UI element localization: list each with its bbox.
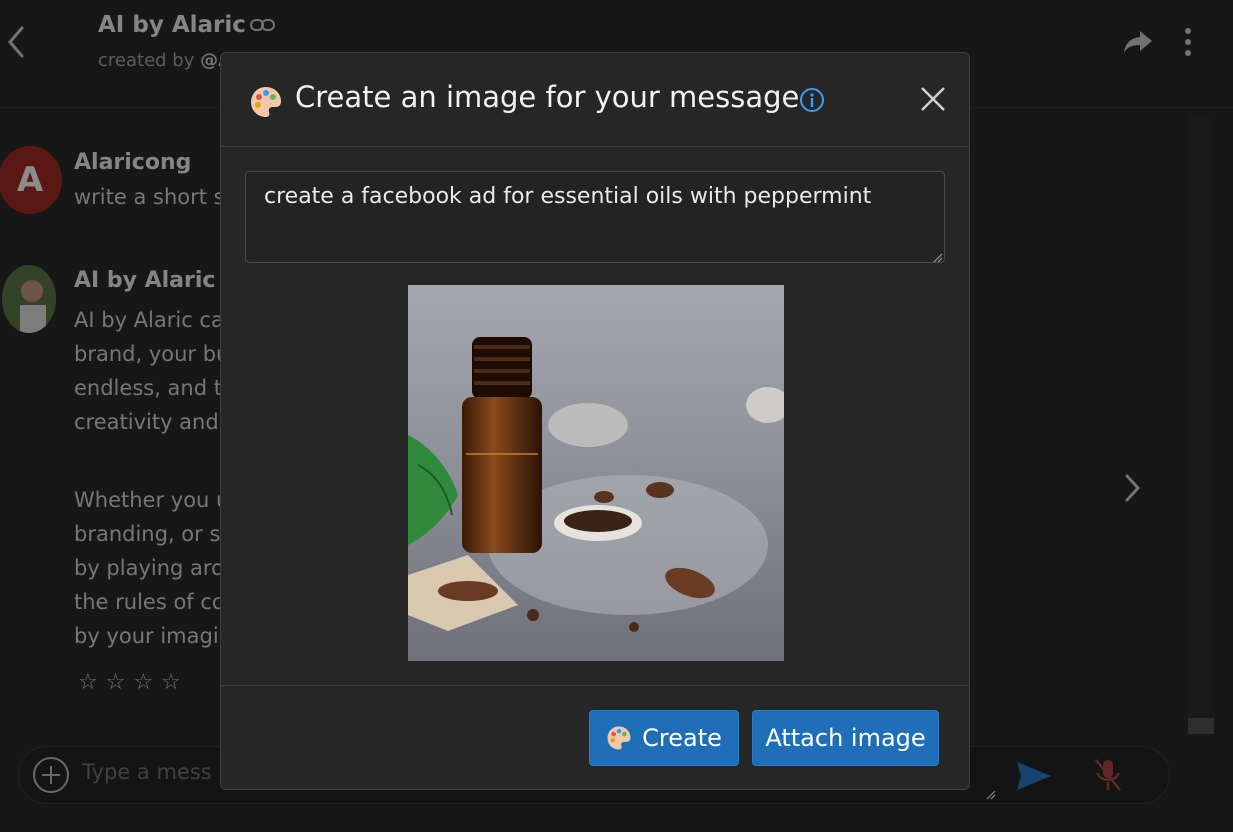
dialog-header: Create an image for your message	[221, 53, 969, 147]
create-image-dialog: Create an image for your message create …	[220, 52, 970, 790]
image-prompt-input[interactable]	[245, 171, 945, 263]
close-button[interactable]	[919, 85, 947, 113]
create-button-label: Create	[642, 724, 722, 752]
info-icon[interactable]	[799, 87, 825, 113]
palette-icon	[607, 726, 631, 750]
close-icon	[921, 87, 945, 111]
create-button[interactable]: Create	[589, 710, 739, 766]
palette-icon	[251, 87, 281, 117]
attach-image-button-label: Attach image	[765, 724, 926, 752]
dialog-footer: Create Attach image	[221, 685, 969, 789]
attach-image-button[interactable]: Attach image	[752, 710, 939, 766]
generated-image	[408, 285, 784, 661]
dialog-title: Create an image for your message	[295, 80, 800, 114]
resize-grip-icon[interactable]	[931, 251, 943, 263]
resize-grip-icon	[986, 790, 996, 800]
